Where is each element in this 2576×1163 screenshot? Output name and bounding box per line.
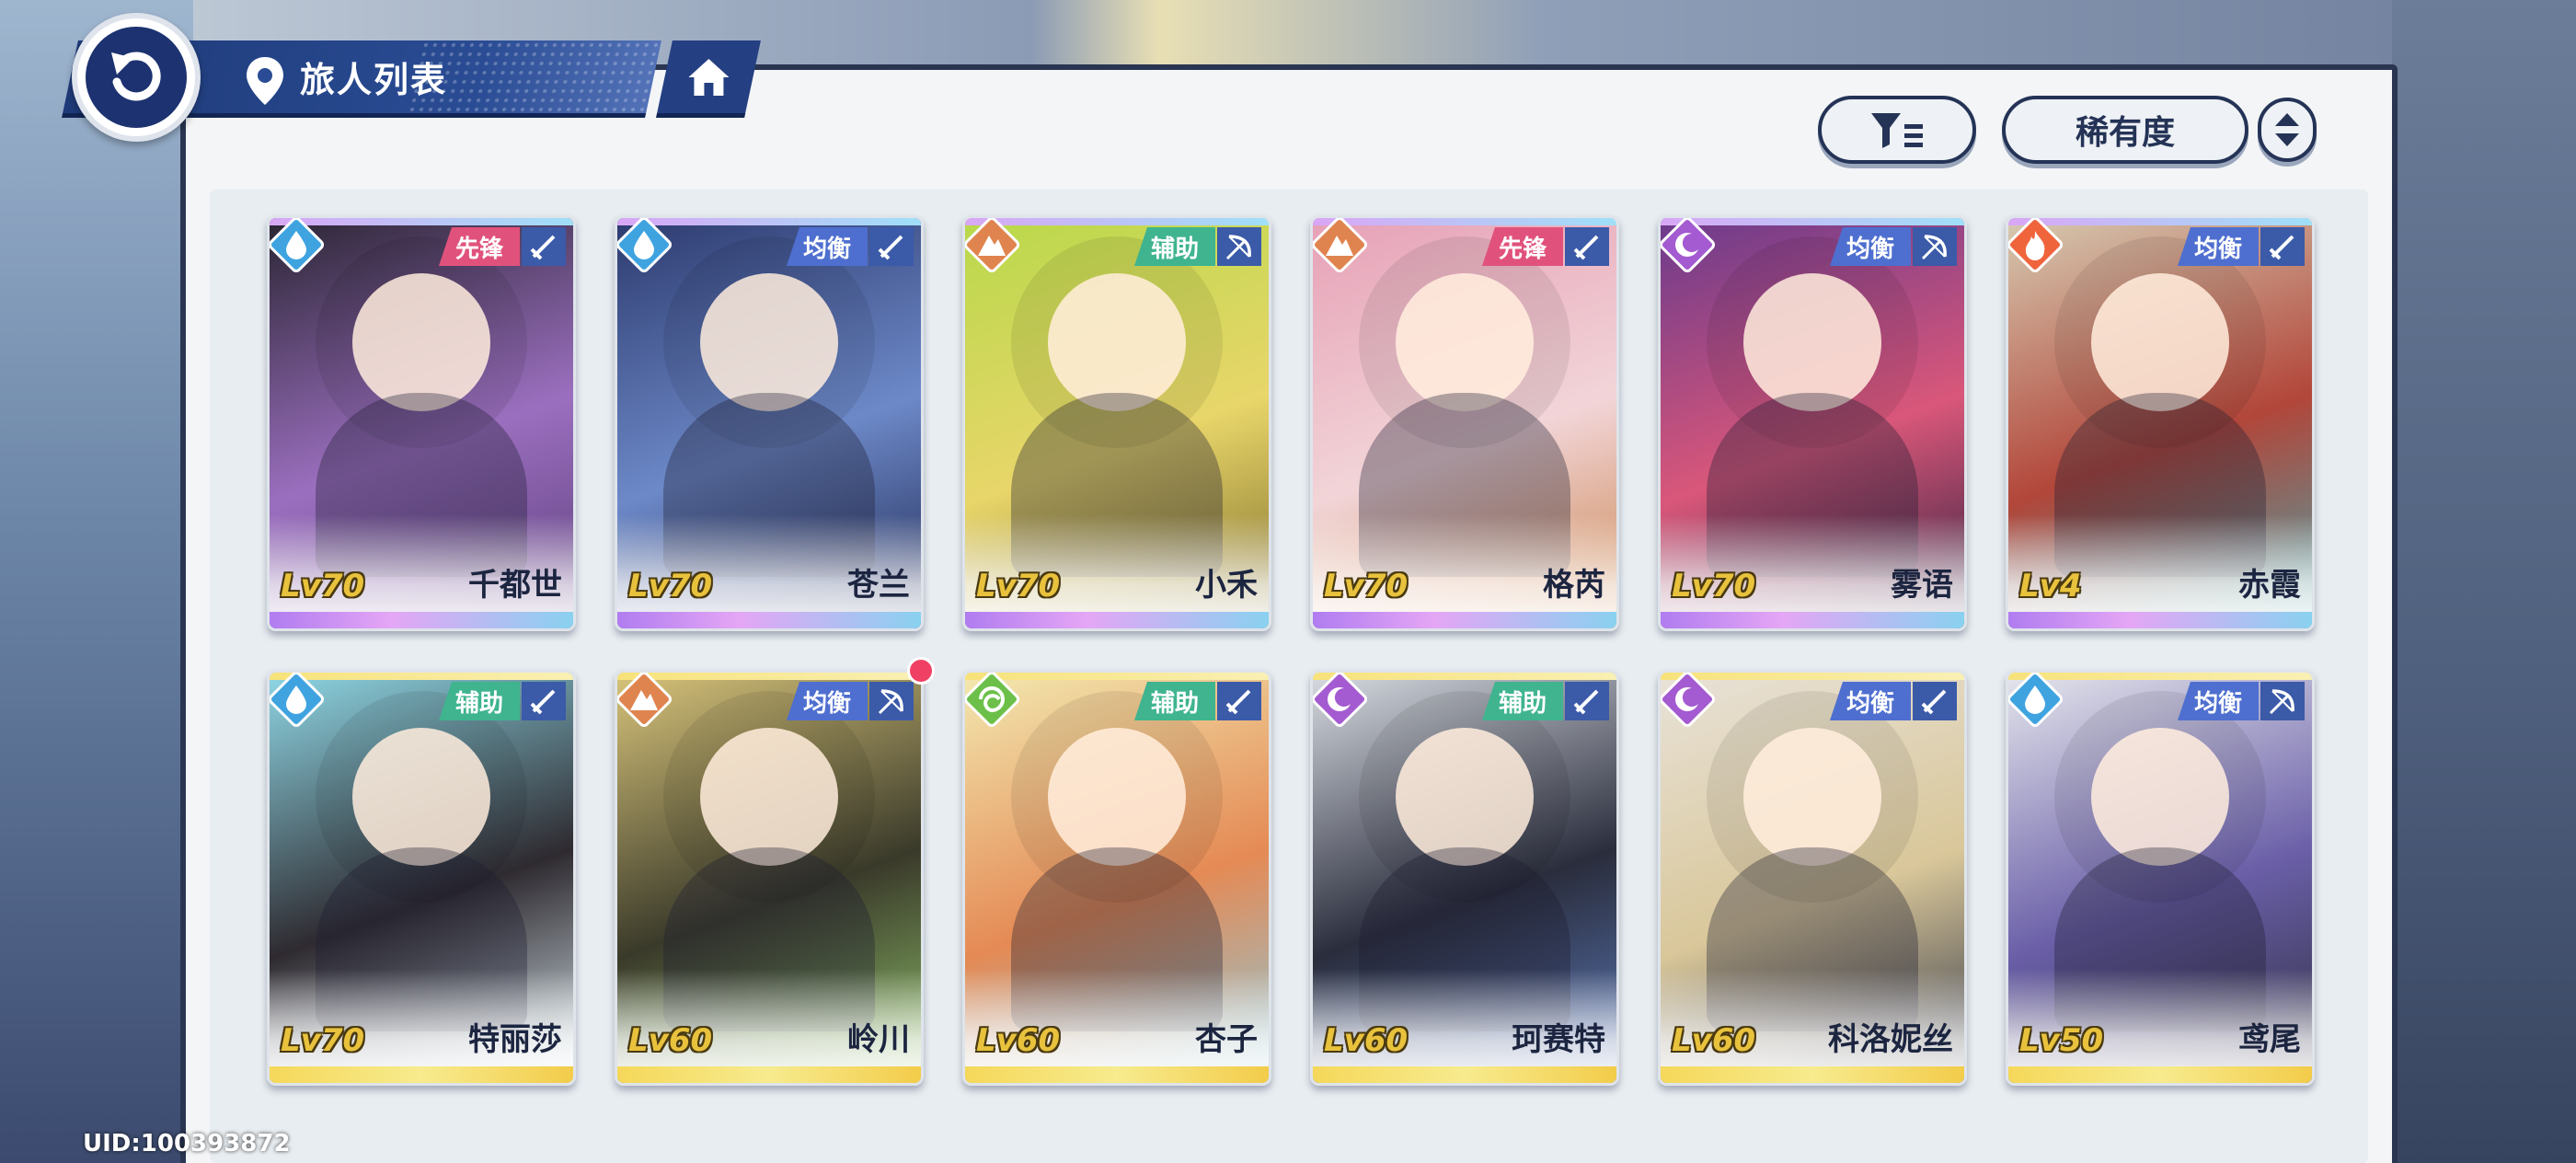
- rarity-bar: [1313, 612, 1616, 628]
- level-label: Lv70: [281, 568, 365, 605]
- role-tag: 辅助: [1133, 227, 1215, 266]
- role-tag: 辅助: [1133, 682, 1215, 720]
- sword-icon: [522, 682, 566, 720]
- role-tag: 均衡: [1829, 682, 1911, 720]
- fire-element-icon: [2008, 218, 2065, 275]
- bow-icon: [1913, 227, 1957, 266]
- role-tag: 先锋: [1481, 227, 1563, 266]
- sword-icon: [2260, 227, 2305, 266]
- level-label: Lv60: [976, 1022, 1061, 1059]
- level-label: Lv70: [1672, 568, 1756, 605]
- character-card[interactable]: 均衡 Lv50 鸢尾: [2006, 670, 2315, 1086]
- character-card[interactable]: 均衡 Lv60 岭川: [615, 670, 924, 1086]
- character-name: 珂赛特: [1512, 1021, 1605, 1058]
- character-name: 杏子: [1195, 1021, 1258, 1058]
- background-scenery-left: [0, 0, 193, 1163]
- rarity-bar: [1661, 612, 1964, 628]
- character-card[interactable]: 均衡 Lv70 雾语: [1658, 215, 1967, 631]
- level-label: Lv4: [2019, 568, 2082, 605]
- sword-icon: [522, 227, 566, 266]
- role-tag: 均衡: [1829, 227, 1911, 266]
- uid-label: UID:100393872: [83, 1130, 291, 1157]
- background-scenery-right: [2392, 0, 2576, 1163]
- character-name: 科洛妮丝: [1828, 1021, 1953, 1058]
- sort-rarity-button[interactable]: 稀有度: [2002, 96, 2248, 164]
- role-tag: 均衡: [786, 682, 868, 720]
- earth-element-icon: [617, 673, 674, 730]
- moon-element-icon: [1661, 218, 1718, 275]
- water-element-icon: [270, 673, 327, 730]
- role-tag: 先锋: [438, 227, 520, 266]
- character-name: 鸢尾: [2238, 1021, 2301, 1058]
- filter-button[interactable]: [1818, 96, 1976, 164]
- level-label: Lv60: [628, 1022, 713, 1059]
- level-label: Lv50: [2019, 1022, 2104, 1059]
- rarity-bar: [965, 612, 1269, 628]
- bow-icon: [1217, 227, 1261, 266]
- character-name: 赤霞: [2238, 567, 2301, 604]
- bow-icon: [869, 682, 914, 720]
- rarity-bar: [617, 612, 921, 628]
- sort-order-icon: [2275, 113, 2299, 146]
- level-label: Lv70: [281, 1022, 365, 1059]
- character-name: 特丽莎: [468, 1021, 562, 1058]
- wind-element-icon: [965, 673, 1022, 730]
- character-name: 岭川: [847, 1021, 910, 1058]
- level-label: Lv60: [1324, 1022, 1409, 1059]
- character-card[interactable]: 辅助 Lv70 小禾: [962, 215, 1271, 631]
- character-card[interactable]: 先锋 Lv70 格芮: [1310, 215, 1619, 631]
- rarity-bar: [1313, 1066, 1616, 1083]
- rarity-bar: [1661, 1066, 1964, 1083]
- character-card[interactable]: 辅助 Lv60 杏子: [962, 670, 1271, 1086]
- rarity-bar: [270, 612, 573, 628]
- bow-icon: [2260, 682, 2305, 720]
- level-label: Lv70: [976, 568, 1061, 605]
- role-tag: 均衡: [2177, 227, 2259, 266]
- character-card[interactable]: 辅助 Lv70 特丽莎: [267, 670, 576, 1086]
- level-label: Lv60: [1672, 1022, 1756, 1059]
- sword-icon: [1217, 682, 1261, 720]
- earth-element-icon: [1313, 218, 1370, 275]
- rarity-bar: [965, 1066, 1269, 1083]
- character-card[interactable]: 均衡 Lv60 科洛妮丝: [1658, 670, 1967, 1086]
- level-label: Lv70: [628, 568, 713, 605]
- water-element-icon: [617, 218, 674, 275]
- moon-element-icon: [1313, 673, 1370, 730]
- role-tag: 辅助: [438, 682, 520, 720]
- sword-icon: [1913, 682, 1957, 720]
- rarity-bar: [2008, 1066, 2312, 1083]
- character-card[interactable]: 辅助 Lv60 珂赛特: [1310, 670, 1619, 1086]
- rarity-bar: [2008, 612, 2312, 628]
- sword-icon: [1565, 682, 1609, 720]
- sword-icon: [1565, 227, 1609, 266]
- sort-order-toggle[interactable]: [2258, 98, 2317, 162]
- home-button[interactable]: [656, 40, 761, 118]
- earth-element-icon: [965, 218, 1022, 275]
- water-element-icon: [2008, 673, 2065, 730]
- rarity-bar: [270, 1066, 573, 1083]
- character-card[interactable]: 均衡 Lv4 赤霞: [2006, 215, 2315, 631]
- character-name: 雾语: [1891, 567, 1953, 604]
- home-icon: [688, 58, 730, 96]
- level-label: Lv70: [1324, 568, 1409, 605]
- character-card[interactable]: 均衡 Lv70 苍兰: [615, 215, 924, 631]
- water-element-icon: [270, 218, 327, 275]
- filter-icon: [1871, 113, 1923, 148]
- notification-dot: [907, 657, 935, 685]
- role-tag: 均衡: [2177, 682, 2259, 720]
- role-tag: 辅助: [1481, 682, 1563, 720]
- character-card[interactable]: 先锋 Lv70 千都世: [267, 215, 576, 631]
- back-button[interactable]: [72, 13, 201, 142]
- back-icon: [86, 27, 187, 128]
- moon-element-icon: [1661, 673, 1718, 730]
- rarity-bar: [617, 1066, 921, 1083]
- character-name: 千都世: [468, 567, 562, 604]
- role-tag: 均衡: [786, 227, 868, 266]
- sword-icon: [869, 227, 914, 266]
- character-name: 格芮: [1543, 567, 1605, 604]
- location-pin-icon: [247, 57, 283, 105]
- character-name: 苍兰: [847, 567, 910, 604]
- page-title: 旅人列表: [300, 60, 448, 100]
- character-name: 小禾: [1195, 567, 1258, 604]
